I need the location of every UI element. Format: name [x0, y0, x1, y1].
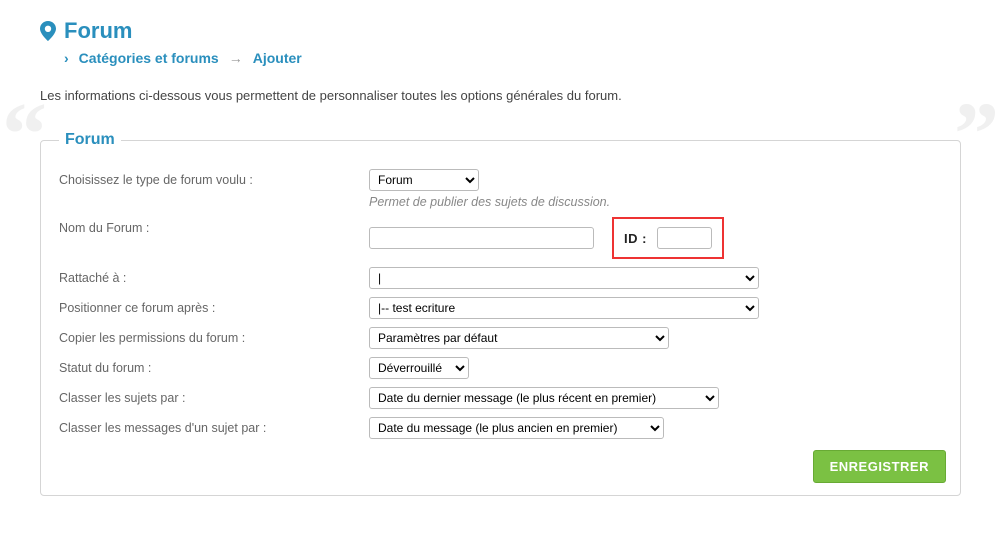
panel-legend: Forum	[59, 131, 121, 149]
location-pin-icon	[40, 21, 56, 41]
breadcrumb: › Catégories et forums → Ajouter	[64, 50, 961, 66]
arrow-right-icon: →	[229, 50, 243, 66]
forum-settings-panel: Forum Choisissez le type de forum voulu …	[40, 131, 961, 496]
breadcrumb-add[interactable]: Ajouter	[253, 50, 302, 66]
sort-topics-select[interactable]: Date du dernier message (le plus récent …	[369, 387, 719, 409]
status-label: Statut du forum :	[59, 357, 369, 375]
forum-id-input[interactable]	[657, 227, 712, 249]
parent-select[interactable]: |	[369, 267, 759, 289]
page-header: Forum › Catégories et forums → Ajouter	[40, 18, 961, 66]
page-title-text: Forum	[64, 18, 132, 44]
forum-name-input[interactable]	[369, 227, 594, 249]
position-label: Positionner ce forum après :	[59, 297, 369, 315]
sort-posts-label: Classer les messages d'un sujet par :	[59, 417, 369, 435]
forum-type-hint: Permet de publier des sujets de discussi…	[369, 195, 942, 209]
forum-id-label: ID :	[624, 231, 647, 246]
forum-name-label: Nom du Forum :	[59, 217, 369, 235]
forum-id-highlight: ID :	[612, 217, 724, 259]
position-select[interactable]: |-- test ecriture	[369, 297, 759, 319]
page-title: Forum	[40, 18, 961, 44]
forum-type-select[interactable]: Forum	[369, 169, 479, 191]
forum-type-label: Choisissez le type de forum voulu :	[59, 169, 369, 187]
breadcrumb-categories[interactable]: Catégories et forums	[79, 50, 219, 66]
chevron-right-icon: ›	[64, 50, 69, 66]
save-button[interactable]: Enregistrer	[813, 450, 946, 483]
sort-posts-select[interactable]: Date du message (le plus ancien en premi…	[369, 417, 664, 439]
status-select[interactable]: Déverrouillé	[369, 357, 469, 379]
permissions-label: Copier les permissions du forum :	[59, 327, 369, 345]
parent-label: Rattaché à :	[59, 267, 369, 285]
permissions-select[interactable]: Paramètres par défaut	[369, 327, 669, 349]
intro-text: Les informations ci-dessous vous permett…	[40, 88, 961, 103]
sort-topics-label: Classer les sujets par :	[59, 387, 369, 405]
